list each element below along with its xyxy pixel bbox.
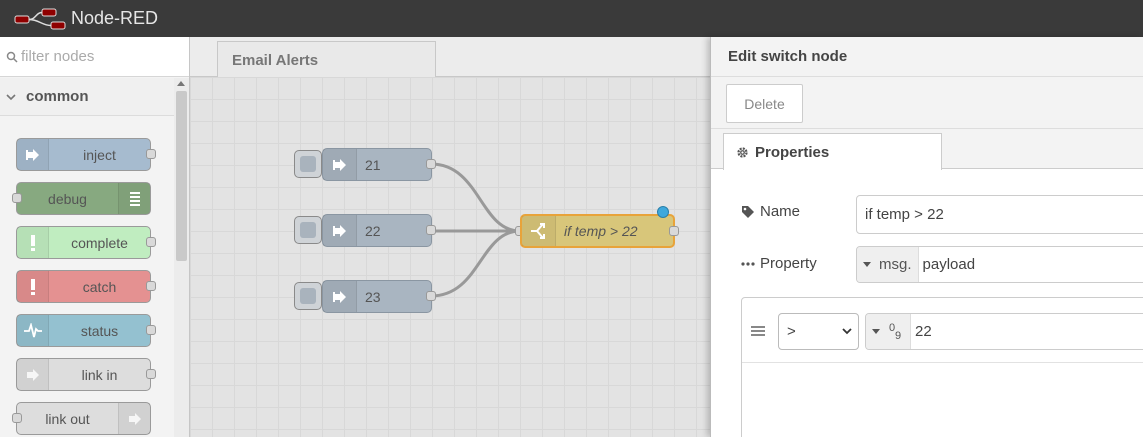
caret-down-icon — [872, 329, 880, 334]
output-port[interactable] — [146, 281, 156, 291]
palette-node-label: debug — [48, 190, 87, 207]
output-port[interactable] — [669, 226, 679, 236]
app-title: Node-RED — [71, 8, 159, 28]
exclamation-icon — [17, 271, 49, 302]
property-label: Property — [760, 255, 817, 272]
tab-label: Properties — [755, 143, 830, 161]
output-port[interactable] — [146, 149, 156, 159]
flow-node-label: 21 — [365, 156, 381, 173]
palette-node-link-out[interactable]: link out — [16, 402, 151, 435]
palette-node-complete[interactable]: complete — [16, 226, 151, 259]
number-type-icon: 09 — [889, 321, 902, 342]
flow-node-switch[interactable]: if temp > 22 — [520, 214, 675, 248]
tray-title-text: Edit switch node — [728, 48, 848, 65]
arrow-right-icon — [17, 139, 49, 170]
edit-tray: Edit switch node Delete Properties Name … — [710, 37, 1143, 437]
tray-tabs: Properties — [711, 129, 1143, 170]
rule-value-typed-input[interactable]: 09 22 — [865, 313, 1143, 350]
flow-node-label: 23 — [365, 288, 381, 305]
chevron-down-icon — [842, 328, 852, 335]
palette-node-debug[interactable]: debug — [16, 182, 151, 215]
output-port[interactable] — [426, 159, 436, 169]
scroll-up-icon[interactable] — [177, 81, 185, 86]
output-port[interactable] — [426, 225, 436, 235]
palette-node-label: link out — [45, 410, 90, 427]
palette-node-label: status — [80, 322, 119, 339]
node-palette: common inject debug complete catch — [0, 37, 190, 437]
gear-icon — [737, 146, 748, 158]
switch-icon — [522, 216, 556, 246]
input-port[interactable] — [12, 413, 22, 423]
rule-value[interactable]: 22 — [915, 323, 932, 340]
palette-node-catch[interactable]: catch — [16, 270, 151, 303]
tag-icon — [742, 205, 754, 218]
name-row: Name — [741, 203, 800, 220]
palette-node-link-in[interactable]: link in — [16, 358, 151, 391]
flow-node-inject-21[interactable]: 21 — [322, 148, 432, 181]
list-icon — [118, 183, 150, 214]
inject-trigger-button[interactable] — [294, 282, 322, 310]
ellipsis-icon — [741, 261, 755, 266]
tab-properties[interactable]: Properties — [723, 133, 942, 170]
category-header-common[interactable]: common — [0, 78, 174, 116]
flow-node-inject-22[interactable]: 22 — [322, 214, 432, 247]
inject-trigger-button[interactable] — [294, 216, 322, 244]
chevron-down-icon — [6, 93, 16, 100]
drag-handle-icon[interactable] — [751, 325, 765, 337]
property-type: msg. — [879, 256, 912, 273]
rule-row: > 09 22 — [742, 298, 1143, 363]
tray-toolbar: Delete — [711, 77, 1143, 129]
link-arrow-icon — [17, 359, 49, 390]
exclamation-icon — [17, 227, 49, 258]
output-port[interactable] — [146, 369, 156, 379]
output-port[interactable] — [146, 325, 156, 335]
arrow-right-icon — [323, 149, 357, 180]
changed-indicator-icon — [657, 206, 669, 218]
header-bar: Node-RED — [0, 0, 1143, 37]
property-type-select[interactable]: msg. — [857, 247, 919, 282]
flow-node-label: if temp > 22 — [564, 223, 638, 239]
rule-value-type-select[interactable]: 09 — [866, 314, 911, 349]
pulse-icon — [17, 315, 49, 346]
rule-operator: > — [787, 323, 796, 340]
node-red-logo-icon — [14, 8, 66, 29]
palette-node-inject[interactable]: inject — [16, 138, 151, 171]
inject-trigger-button[interactable] — [294, 150, 322, 178]
palette-filter — [0, 37, 189, 77]
scrollbar-thumb[interactable] — [176, 91, 187, 261]
property-typed-input[interactable]: msg. payload — [856, 246, 1143, 283]
link-arrow-icon — [118, 403, 150, 434]
rule-operator-select[interactable]: > — [778, 313, 859, 350]
output-port[interactable] — [426, 291, 436, 301]
property-row: Property — [741, 255, 817, 272]
wire — [430, 162, 521, 233]
name-input[interactable] — [856, 195, 1143, 234]
palette-node-label: complete — [71, 234, 128, 251]
rules-list: > 09 22 — [741, 297, 1143, 437]
search-icon — [6, 51, 18, 63]
palette-node-label: inject — [83, 146, 116, 163]
arrow-right-icon — [323, 281, 357, 312]
wire — [430, 229, 521, 298]
tray-title: Edit switch node — [711, 37, 1143, 77]
property-value[interactable]: payload — [923, 256, 976, 273]
filter-nodes-input[interactable] — [21, 48, 181, 65]
caret-down-icon — [863, 262, 871, 267]
flow-node-label: 22 — [365, 222, 381, 239]
palette-scrollbar[interactable] — [174, 78, 189, 437]
arrow-right-icon — [323, 215, 357, 246]
category-label: common — [26, 88, 89, 105]
flow-node-inject-23[interactable]: 23 — [322, 280, 432, 313]
input-port[interactable] — [12, 193, 22, 203]
palette-node-label: link in — [81, 366, 118, 383]
delete-button[interactable]: Delete — [726, 84, 803, 123]
palette-node-label: catch — [82, 278, 117, 295]
output-port[interactable] — [146, 237, 156, 247]
palette-node-status[interactable]: status — [16, 314, 151, 347]
flow-workspace: Email Alerts 21 22 23 if temp > 22 — [190, 37, 710, 437]
name-label: Name — [760, 203, 801, 220]
